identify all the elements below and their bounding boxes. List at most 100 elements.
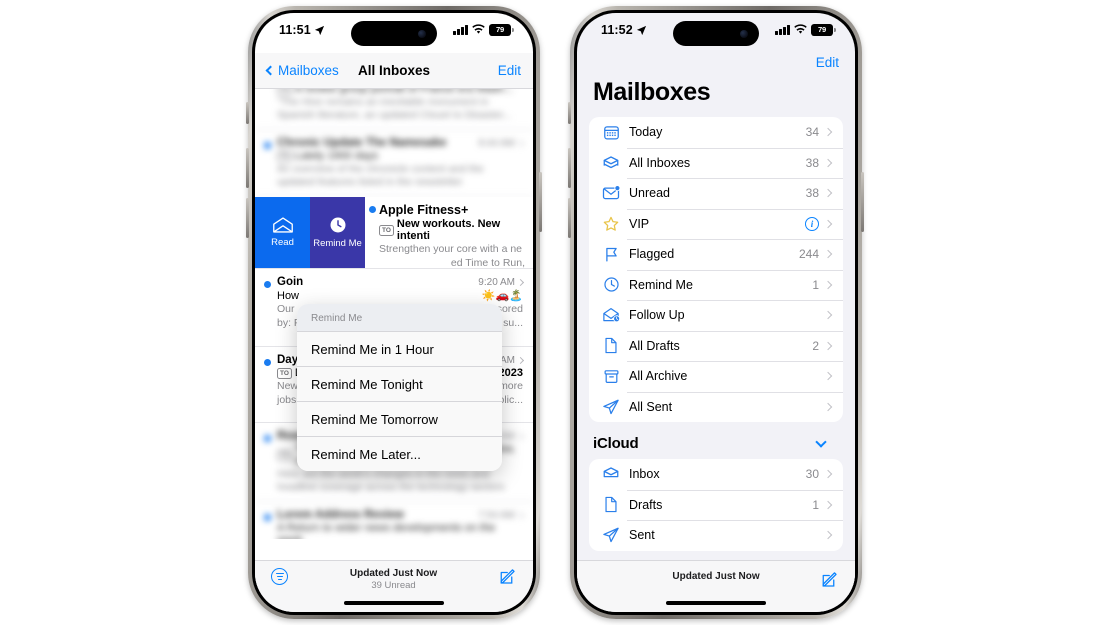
chevron-right-icon [516, 139, 525, 148]
mailbox-count: 244 [798, 247, 819, 262]
info-icon[interactable]: i [805, 216, 819, 231]
page-title: Mailboxes [593, 78, 711, 106]
mailbox-row-inbox[interactable]: Inbox 30 [589, 459, 843, 490]
list-item[interactable]: Chronic Update The Namesake 9:44 AM TO La… [255, 130, 533, 197]
timestamp: 9:44 AM [478, 138, 525, 149]
battery-indicator: 79 [489, 24, 514, 36]
iphone-right: 11:52 79 Edit Mailboxes Today 34 All Inb… [568, 6, 864, 619]
chevron-right-icon [516, 278, 525, 287]
volume-up-button[interactable] [568, 148, 571, 188]
edit-button[interactable]: Edit [593, 53, 839, 70]
preview-text: Here are the week's changes in the news … [277, 468, 505, 493]
page-title: All Inboxes [357, 63, 431, 78]
unread-dot [369, 206, 376, 213]
mailbox-row-vip[interactable]: VIP i [589, 208, 843, 240]
mailbox-row-all-sent[interactable]: All Sent [589, 391, 843, 423]
swipe-action-remind[interactable]: Remind Me [310, 197, 365, 268]
mailbox-label: All Drafts [629, 338, 680, 353]
mailbox-row-flagged[interactable]: Flagged 244 [589, 239, 843, 270]
context-menu-header: Remind Me [297, 304, 502, 331]
subject-text: A Return to wider news developments on t… [277, 522, 496, 539]
mailbox-row-all-inboxes[interactable]: All Inboxes 38 [589, 147, 843, 179]
chevron-right-icon [823, 280, 833, 289]
chevron-right-icon [823, 402, 833, 411]
compose-icon[interactable] [821, 571, 839, 589]
time-text: 7:54 AM [478, 510, 515, 521]
section-header-icloud[interactable]: iCloud [589, 422, 843, 459]
clock-icon [599, 276, 623, 293]
sender-name: Chronic Update The Namesake [277, 137, 447, 149]
location-arrow-icon [636, 25, 646, 35]
paper-plane-icon [599, 398, 623, 416]
edit-button[interactable]: Edit [498, 63, 521, 78]
front-camera-icon [418, 29, 426, 38]
subject-text: How [277, 289, 300, 302]
chevron-right-icon [516, 356, 525, 365]
mailbox-label: Today [629, 125, 663, 140]
mailboxes-scroll[interactable]: Today 34 All Inboxes 38 Unread 38 VIP i … [577, 117, 855, 595]
volume-down-button[interactable] [568, 198, 571, 238]
menu-item-remind-tomorrow[interactable]: Remind Me Tomorrow [297, 401, 502, 436]
status-right-group: 79 [453, 22, 514, 36]
chevron-right-icon [823, 500, 833, 509]
unread-count: 39 Unread [371, 580, 416, 591]
power-button[interactable] [539, 172, 542, 232]
mailbox-row-drafts[interactable]: Drafts 1 [589, 489, 843, 521]
paper-plane-icon [599, 526, 623, 544]
preview-line-2: jobs [277, 394, 297, 406]
chevron-right-icon [823, 311, 833, 320]
unread-dot [264, 359, 271, 366]
mailbox-row-remind-me[interactable]: Remind Me 1 [589, 269, 843, 301]
mailbox-row-all-archive[interactable]: All Archive [589, 361, 843, 392]
menu-item-remind-tonight[interactable]: Remind Me Tonight [297, 366, 502, 401]
mailbox-row-unread[interactable]: Unread 38 [589, 178, 843, 209]
followup-envelope-icon [599, 306, 623, 324]
mailbox-row-today[interactable]: Today 34 [589, 117, 843, 148]
list-item[interactable]: Lorem Address Review 7:54 AM A Return to… [255, 502, 533, 539]
power-button[interactable] [861, 172, 864, 232]
toolbar-status: Updated Just Now 39 Unread [288, 568, 499, 591]
timestamp: 9:20 AM [478, 277, 525, 288]
silent-switch[interactable] [568, 102, 571, 124]
compose-icon[interactable] [499, 568, 517, 586]
front-camera-icon [740, 29, 748, 38]
remind-me-context-menu[interactable]: Remind Me Remind Me in 1 Hour Remind Me … [297, 304, 502, 471]
chevron-right-icon [823, 341, 833, 350]
swipe-action-read[interactable]: Read [255, 197, 310, 268]
volume-down-button[interactable] [246, 198, 249, 238]
filter-icon[interactable] [271, 568, 288, 585]
iphone-right-screen: 11:52 79 Edit Mailboxes Today 34 All Inb… [577, 13, 855, 612]
status-time: 11:51 [279, 23, 311, 37]
mailbox-label: Flagged [629, 247, 675, 262]
list-item[interactable]: New York Review Books 10:02 AM TOA revie… [255, 89, 533, 130]
mailbox-row-all-drafts[interactable]: All Drafts 2 [589, 330, 843, 362]
preview-text: "The Hive remains an inevitable monument… [277, 96, 512, 121]
home-indicator [344, 601, 444, 605]
document-icon [599, 337, 623, 354]
todo-badge: TO [277, 150, 292, 162]
chevron-right-icon [823, 470, 833, 479]
swiped-mail-row[interactable]: Read Remind Me Apple Fitness+ TO New wor… [255, 197, 533, 269]
chevron-left-icon [265, 65, 276, 76]
volume-up-button[interactable] [246, 148, 249, 188]
swiped-row-content[interactable]: Apple Fitness+ TO New workouts. New inten… [365, 197, 533, 268]
bottom-toolbar-right: Updated Just Now [577, 560, 855, 612]
menu-item-remind-later[interactable]: Remind Me Later... [297, 436, 502, 471]
mailbox-row-sent[interactable]: Sent [589, 520, 843, 551]
status-bar-right: 11:52 79 [577, 13, 855, 53]
sender-name: Apple Fitness+ [379, 203, 469, 217]
chevron-down-icon[interactable] [815, 435, 827, 448]
mailbox-label: Remind Me [629, 277, 693, 292]
mailbox-label: Unread [629, 186, 670, 201]
wifi-icon [794, 24, 807, 34]
updated-status: Updated Just Now [349, 568, 438, 579]
menu-item-remind-1-hour[interactable]: Remind Me in 1 Hour [297, 331, 502, 366]
swipe-read-label: Read [271, 237, 294, 248]
todo-badge: TO [379, 224, 394, 236]
mailbox-label: Sent [629, 528, 655, 543]
star-icon [599, 215, 623, 233]
silent-switch[interactable] [246, 102, 249, 124]
back-to-mailboxes-button[interactable]: Mailboxes [265, 63, 339, 78]
mailbox-row-follow-up[interactable]: Follow Up [589, 300, 843, 331]
mailbox-count: 38 [805, 186, 819, 201]
